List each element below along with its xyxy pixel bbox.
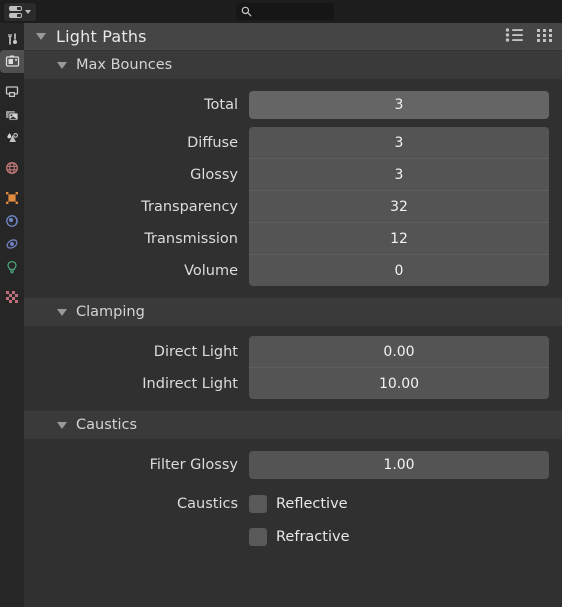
- property-label: Transmission: [144, 231, 238, 247]
- properties-panel: Light Paths Max Bounces Total 3 Diffuse …: [24, 23, 562, 607]
- property-label: Glossy: [190, 167, 238, 183]
- transmission-field[interactable]: 12: [249, 222, 549, 254]
- refractive-checkbox[interactable]: [249, 527, 267, 546]
- diffuse-field[interactable]: 3: [249, 127, 549, 158]
- grid-view-icon[interactable]: [536, 27, 554, 47]
- property-group-clamping: Direct Light Indirect Light 0.00 10.00: [24, 336, 562, 400]
- transparency-field[interactable]: 32: [249, 190, 549, 222]
- printer-icon: [5, 85, 19, 97]
- blender-properties-editor: Light Paths Max Bounces Total 3 Diffuse …: [0, 0, 562, 607]
- checker-icon: [6, 290, 18, 303]
- panel-header-light-paths[interactable]: Light Paths: [24, 23, 562, 50]
- particles-icon: [6, 238, 18, 249]
- editor-type-selector-icon: [9, 5, 22, 18]
- section-title: Max Bounces: [76, 57, 173, 73]
- world-globe-icon: [6, 161, 18, 174]
- properties-tab-strip: [0, 23, 24, 607]
- search-input[interactable]: [236, 3, 334, 20]
- section-title: Clamping: [76, 304, 145, 320]
- sidebar-item-modifiers[interactable]: [0, 209, 24, 232]
- property-label: Caustics: [177, 495, 238, 512]
- scene-cone-icon: [7, 132, 18, 142]
- section-header-max-bounces[interactable]: Max Bounces: [24, 50, 562, 79]
- property-label: Filter Glossy: [149, 457, 238, 473]
- page-title: Light Paths: [56, 27, 147, 46]
- sidebar-item-view-layer[interactable]: [0, 103, 24, 126]
- triangle-down-icon: [57, 308, 67, 316]
- triangle-down-icon: [57, 61, 67, 69]
- property-labels: Direct Light Indirect Light: [24, 336, 249, 400]
- section-body-max-bounces: Total 3 Diffuse Glossy Transparency Tran…: [24, 79, 562, 297]
- property-label: Indirect Light: [142, 376, 238, 392]
- sidebar-item-material[interactable]: [0, 285, 24, 308]
- section-title: Caustics: [76, 417, 137, 433]
- sidebar-item-object-data[interactable]: [0, 255, 24, 278]
- total-field[interactable]: 3: [249, 91, 549, 119]
- light-bulb-icon: [7, 260, 17, 273]
- panel-header-icons: [505, 23, 554, 50]
- sidebar-item-render[interactable]: [0, 50, 24, 73]
- object-square-icon: [6, 191, 18, 204]
- sidebar-item-scene[interactable]: [0, 126, 24, 149]
- sidebar-item-object[interactable]: [0, 186, 24, 209]
- glossy-field[interactable]: 3: [249, 158, 549, 190]
- property-row-total: Total 3: [24, 89, 562, 121]
- property-group-bounces: Diffuse Glossy Transparency Transmission…: [24, 127, 562, 287]
- section-header-caustics[interactable]: Caustics: [24, 410, 562, 439]
- indirect-light-field[interactable]: 10.00: [249, 367, 549, 399]
- triangle-down-icon: [57, 421, 67, 429]
- search-icon: [241, 6, 252, 17]
- section-body-caustics: Filter Glossy 1.00 Caustics Reflective R…: [24, 439, 562, 563]
- property-row-filter-glossy: Filter Glossy 1.00: [24, 449, 562, 481]
- property-label: Diffuse: [187, 135, 238, 151]
- filter-glossy-field[interactable]: 1.00: [249, 451, 549, 479]
- triangle-down-icon: [36, 33, 46, 40]
- property-row-caustics-reflective: Caustics Reflective: [24, 487, 562, 520]
- sidebar-item-world[interactable]: [0, 156, 24, 179]
- property-label: Total: [204, 97, 238, 113]
- camera-back-icon: [5, 55, 19, 67]
- sidebar-item-output[interactable]: [0, 80, 24, 103]
- physics-orbit-icon: [6, 214, 18, 227]
- property-labels: Diffuse Glossy Transparency Transmission…: [24, 127, 249, 287]
- property-fields: 0.00 10.00: [249, 336, 549, 399]
- editor-type-selector[interactable]: [4, 2, 36, 21]
- section-header-clamping[interactable]: Clamping: [24, 297, 562, 326]
- sidebar-item-particles[interactable]: [0, 232, 24, 255]
- images-icon: [6, 110, 19, 120]
- editor-header: [0, 0, 562, 23]
- tool-icon: [8, 32, 17, 45]
- property-fields: 3 3 32 12 0: [249, 127, 549, 286]
- volume-field[interactable]: 0: [249, 254, 549, 286]
- chevron-down-icon: [25, 9, 31, 14]
- section-body-clamping: Direct Light Indirect Light 0.00 10.00: [24, 326, 562, 410]
- checkbox-label: Reflective: [276, 495, 348, 512]
- sidebar-item-tool[interactable]: [0, 27, 24, 50]
- property-label: Transparency: [141, 199, 238, 215]
- list-view-icon[interactable]: [505, 27, 524, 47]
- property-label: Direct Light: [153, 344, 238, 360]
- checkbox-label: Refractive: [276, 528, 350, 545]
- reflective-checkbox[interactable]: [249, 494, 267, 513]
- direct-light-field[interactable]: 0.00: [249, 336, 549, 367]
- property-label: Volume: [184, 263, 238, 279]
- property-row-caustics-refractive: Refractive: [24, 520, 562, 553]
